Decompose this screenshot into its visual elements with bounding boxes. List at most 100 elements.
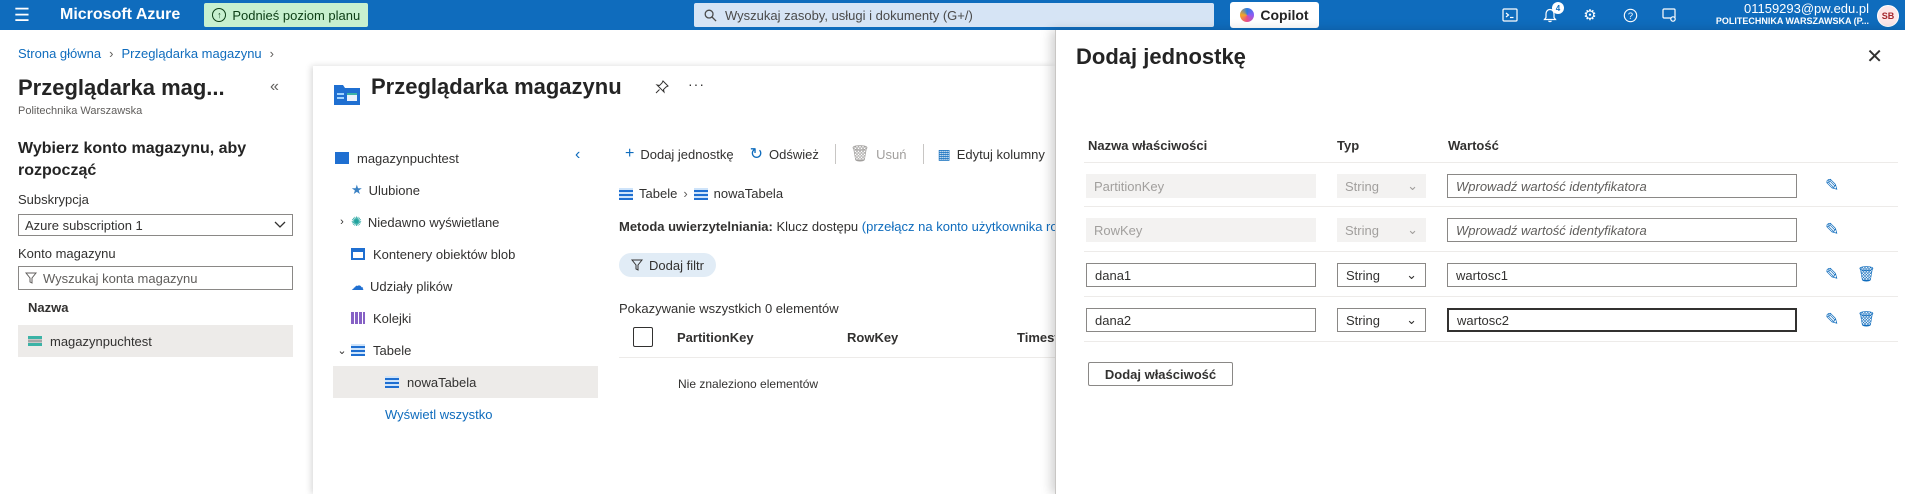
tree-item-label: Niedawno wyświetlane	[367, 214, 500, 230]
tree-item-label: Kontenery obiektów blob	[373, 246, 516, 262]
help-icon[interactable]: ?	[1610, 0, 1650, 30]
subscription-dropdown[interactable]: Azure subscription 1	[18, 214, 293, 236]
edit-pencil-icon[interactable]: ✎	[1825, 310, 1839, 330]
tree-item-label: Tabele	[373, 342, 412, 358]
show-all-link[interactable]: Wyświetl wszystko	[333, 398, 598, 430]
close-icon[interactable]: ✕	[1866, 44, 1883, 69]
add-entity-panel: Dodaj jednostkę ✕ Nazwa właściwości Typ …	[1055, 30, 1905, 494]
account-info[interactable]: 01159293@pw.edu.pl POLITECHNIKA WARSZAWS…	[1716, 2, 1869, 28]
refresh-label: Odśwież	[768, 146, 819, 162]
chevron-down-icon[interactable]: ⌄	[333, 344, 351, 357]
tree-item-label: magazynpuchtest	[357, 150, 459, 166]
queue-icon	[351, 312, 365, 324]
chevron-right-icon: ›	[109, 46, 114, 61]
storage-account-picker-blade: Przeglądarka mag... « Politechnika Warsz…	[0, 70, 310, 494]
trash-icon[interactable]: 🗑	[1857, 310, 1876, 328]
cloud-shell-icon[interactable]	[1490, 0, 1530, 30]
tree-item-blob-containers[interactable]: Kontenery obiektów blob	[333, 238, 598, 270]
table-breadcrumb: Tabele › nowaTabela	[619, 186, 783, 201]
tree-item-tables[interactable]: ⌄ Tabele	[333, 334, 598, 366]
collapse-chevron-icon[interactable]: ‹	[575, 146, 580, 164]
subscription-label: Subskrypcja	[18, 192, 89, 207]
type-dropdown[interactable]: String ⌄	[1337, 308, 1426, 332]
breadcrumb-home[interactable]: Strona główna	[18, 46, 101, 61]
toolbar-divider	[922, 144, 924, 164]
edit-columns-label: Edytuj kolumny	[956, 146, 1045, 162]
tree-item-queues[interactable]: Kolejki	[333, 302, 598, 334]
value-input[interactable]: wartosc2	[1447, 308, 1797, 332]
property-row: PartitionKey String ⌄ Wprowadź wartość i…	[1084, 162, 1898, 207]
menu-icon[interactable]: ☰	[0, 0, 44, 30]
refresh-button[interactable]: ↻ Odśwież	[750, 144, 819, 164]
property-row: dana2 String ⌄ wartosc2 ✎ 🗑	[1084, 297, 1898, 342]
value-input[interactable]: wartosc1	[1447, 263, 1797, 287]
upgrade-button[interactable]: ↑ Podnieś poziom planu	[204, 3, 369, 27]
tree-item-file-shares[interactable]: ☁ Udziały plików	[333, 270, 598, 302]
type-dropdown: String ⌄	[1337, 218, 1426, 242]
edit-pencil-icon[interactable]: ✎	[1825, 220, 1839, 240]
tree-item-root[interactable]: magazynpuchtest	[333, 142, 598, 174]
type-value: String	[1345, 222, 1379, 238]
tree-item-nowatabela[interactable]: nowaTabela	[333, 366, 598, 398]
collapse-double-chevron-icon[interactable]: «	[270, 78, 279, 96]
type-value: String	[1346, 312, 1380, 328]
breadcrumb-storage-browser[interactable]: Przeglądarka magazynu	[121, 46, 261, 61]
value-input[interactable]: Wprowadź wartość identyfikatora	[1447, 218, 1797, 242]
bell-icon[interactable]: 4	[1530, 0, 1570, 30]
add-filter-button[interactable]: Dodaj filtr	[619, 253, 716, 277]
item-count-text: Pokazywanie wszystkich 0 elementów	[619, 301, 839, 316]
brand-title[interactable]: Microsoft Azure	[60, 6, 180, 24]
storage-account-icon	[335, 152, 349, 164]
type-dropdown[interactable]: String ⌄	[1337, 263, 1426, 287]
edit-pencil-icon[interactable]: ✎	[1825, 176, 1839, 196]
panel-title: Dodaj jednostkę	[1076, 44, 1246, 69]
edit-columns-button[interactable]: ▦ Edytuj kolumny	[938, 146, 1045, 163]
global-search-input[interactable]: Wyszukaj zasoby, usługi i dokumenty (G+/…	[694, 3, 1214, 27]
auth-label: Metoda uwierzytelniania:	[619, 219, 773, 234]
chevron-down-icon: ⌄	[1406, 312, 1417, 327]
delete-button[interactable]: 🗑 Usuń	[850, 144, 907, 164]
pin-icon[interactable]	[655, 80, 669, 97]
select-all-checkbox[interactable]	[633, 327, 653, 347]
column-header-name[interactable]: Nazwa	[28, 300, 68, 315]
add-entity-button[interactable]: + Dodaj jednostkę	[625, 145, 734, 163]
table-breadcrumb-tables[interactable]: Tabele	[639, 186, 677, 201]
file-share-icon: ☁	[351, 278, 364, 293]
add-property-button[interactable]: Dodaj właściwość	[1088, 362, 1233, 386]
refresh-icon: ↻	[749, 146, 763, 163]
property-name-field: PartitionKey	[1086, 174, 1316, 198]
feedback-icon[interactable]	[1650, 0, 1690, 30]
grid-header: PartitionKey RowKey Timestamp	[619, 324, 1055, 358]
gear-icon[interactable]: ⚙	[1570, 0, 1610, 30]
tree-item-label: nowaTabela	[407, 374, 477, 390]
avatar[interactable]: SB	[1877, 5, 1899, 27]
column-header-rowkey[interactable]: RowKey	[847, 330, 898, 345]
property-name-input[interactable]: dana1	[1086, 263, 1316, 287]
chevron-right-icon: ›	[269, 46, 275, 61]
type-value: String	[1345, 178, 1379, 194]
copilot-button[interactable]: Copilot	[1230, 2, 1319, 28]
trash-icon[interactable]: 🗑	[1857, 265, 1876, 283]
list-item[interactable]: magazynpuchtest	[18, 325, 293, 357]
storage-account-search-input[interactable]: Wyszukaj konta magazynu	[18, 266, 293, 290]
tree-item-favorites[interactable]: ★ Ulubione	[333, 174, 598, 206]
blade-title: Przeglądarka mag...	[18, 75, 225, 100]
edit-pencil-icon[interactable]: ✎	[1825, 265, 1839, 285]
tree-item-recent[interactable]: › ✺ Niedawno wyświetlane	[333, 206, 598, 238]
storage-account-icon	[28, 336, 42, 346]
more-icon[interactable]: ···	[688, 76, 705, 92]
table-icon	[619, 187, 633, 200]
add-entity-label: Dodaj jednostkę	[640, 146, 734, 162]
value-input[interactable]: Wprowadź wartość identyfikatora	[1447, 174, 1797, 198]
property-name-input[interactable]: dana2	[1086, 308, 1316, 332]
chevron-right-icon[interactable]: ›	[333, 216, 351, 228]
auth-switch-link[interactable]: (przełącz na konto użytkownika rozwiązan…	[862, 219, 1055, 234]
upgrade-label: Podnieś poziom planu	[232, 7, 361, 23]
copilot-label: Copilot	[1260, 7, 1309, 23]
property-row: dana1 String ⌄ wartosc1 ✎ 🗑	[1084, 252, 1898, 297]
chevron-right-icon: ›	[683, 186, 688, 201]
column-header-partitionkey[interactable]: PartitionKey	[677, 330, 754, 345]
notification-badge: 4	[1552, 2, 1564, 14]
column-header-timestamp[interactable]: Timestamp	[1017, 330, 1055, 345]
top-bar: ☰ Microsoft Azure ↑ Podnieś poziom planu…	[0, 0, 1905, 30]
